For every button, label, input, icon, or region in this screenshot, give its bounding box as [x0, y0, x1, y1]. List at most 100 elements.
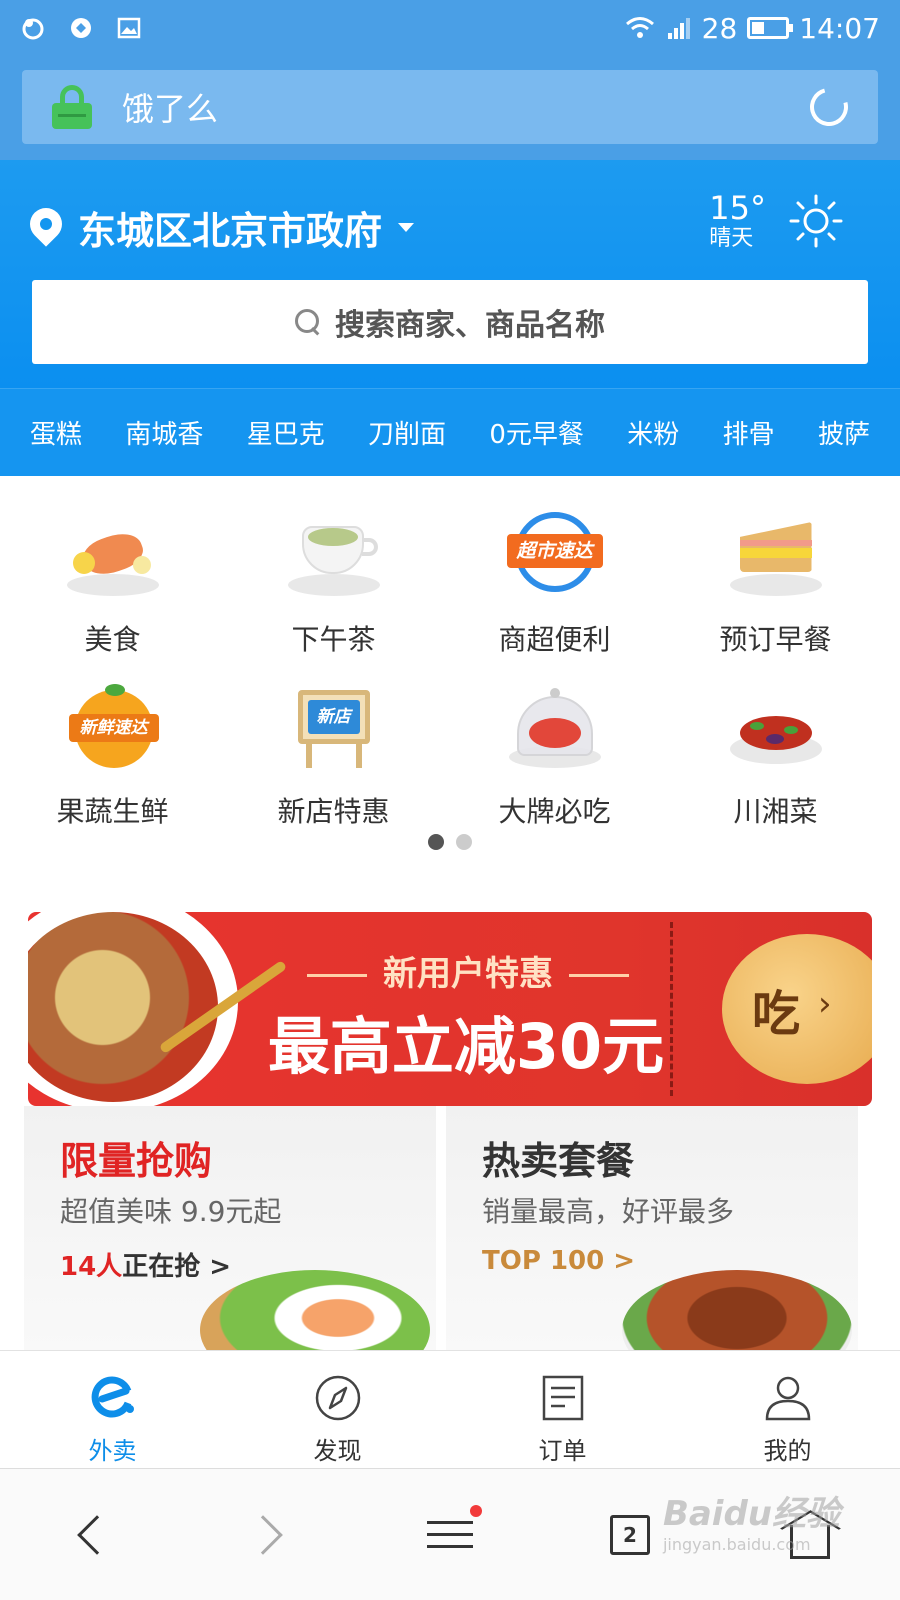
browser-address-area: 饿了么	[0, 56, 900, 160]
card-description: 销量最高，好评最多	[482, 1195, 735, 1228]
category-new-stores[interactable]: 新店 新店特惠	[221, 684, 446, 830]
search-input[interactable]: 搜索商家、商品名称	[32, 280, 868, 364]
status-bar: 28 14:07	[0, 0, 900, 56]
category-label: 商超便利	[498, 623, 611, 656]
category-afternoon-tea[interactable]: 下午茶	[221, 512, 446, 658]
category-fresh-produce[interactable]: 新鲜速达 果蔬生鲜	[0, 684, 225, 830]
tab-profile[interactable]: 我的	[675, 1351, 900, 1468]
latte-cup-icon	[284, 512, 384, 602]
sync-app-icon	[71, 18, 91, 38]
category-label: 下午茶	[291, 623, 376, 656]
card-description: 超值美味 9.9元起	[60, 1195, 282, 1228]
signal-icon	[667, 18, 690, 39]
watermark: Baidu经验 jingyan.baidu.com	[662, 1494, 840, 1554]
spicy-dish-icon	[726, 684, 826, 774]
card-meta-highlight: 14人	[60, 1252, 123, 1282]
hot-keywords: 蛋糕 南城香 星巴克 刀削面 0元早餐 米粉 排骨 披萨	[0, 388, 900, 476]
signal-value: 28	[701, 11, 738, 45]
new-user-promo-banner[interactable]: 新用户特惠 最高立减30元 吃 ›	[28, 912, 872, 1106]
battery-icon	[747, 17, 794, 39]
notification-dot	[470, 1504, 482, 1517]
location-pin-icon	[23, 200, 69, 248]
hot-keyword[interactable]: 蛋糕	[30, 414, 82, 451]
tab-label: 我的	[763, 1437, 812, 1465]
refresh-icon[interactable]	[803, 81, 855, 133]
tab-label: 外卖	[88, 1437, 137, 1465]
coupon-perforation	[670, 922, 673, 1096]
squirrel-app-icon	[22, 18, 44, 40]
menu-icon	[427, 1512, 473, 1557]
weather-widget: 15° 晴天	[709, 190, 844, 252]
supermarket-express-icon: 超市速达	[505, 512, 605, 602]
eleme-logo-icon	[91, 1376, 134, 1418]
location-selector[interactable]: 东城区北京市政府	[23, 200, 415, 255]
tab-orders[interactable]: 订单	[450, 1351, 675, 1468]
flash-sale-card[interactable]: 限量抢购 超值美味 9.9元起 14人正在抢 >	[24, 1106, 436, 1350]
menu-button[interactable]	[410, 1495, 490, 1575]
tab-count: 2	[610, 1514, 650, 1555]
tab-label: 订单	[538, 1437, 587, 1465]
promo-subtitle: 新用户特惠	[258, 946, 678, 995]
hot-keyword[interactable]: 星巴克	[247, 414, 325, 451]
search-placeholder: 搜索商家、商品名称	[335, 308, 605, 343]
sandwich-icon	[726, 512, 826, 602]
kebab-dish-image	[622, 1270, 852, 1350]
app-tab-bar: 外卖 发现 订单 我的	[0, 1350, 900, 1468]
category-food[interactable]: 美食	[0, 512, 225, 658]
app-header: 东城区北京市政府 15° 晴天 搜索商家、商品名称	[0, 160, 900, 388]
chevron-right-icon	[243, 1514, 283, 1555]
chevron-right-icon: ›	[818, 984, 832, 1024]
card-title: 热卖套餐	[482, 1139, 635, 1183]
promo-headline: 最高立减30元	[267, 1010, 665, 1083]
hot-keyword[interactable]: 披萨	[818, 414, 870, 451]
spring-rolls-image	[200, 1270, 430, 1350]
grilled-salmon-icon	[63, 512, 163, 602]
hot-keyword[interactable]: 米粉	[627, 414, 679, 451]
card-meta-text: TOP 100 >	[482, 1246, 636, 1276]
category-label: 果蔬生鲜	[56, 795, 169, 828]
lock-icon	[52, 85, 92, 129]
tab-discover[interactable]: 发现	[225, 1351, 450, 1468]
card-meta-text: 正在抢 >	[122, 1252, 232, 1282]
order-list-icon	[542, 1375, 583, 1421]
sun-icon	[789, 194, 843, 248]
wifi-icon	[625, 17, 654, 38]
hot-keyword[interactable]: 刀削面	[368, 414, 446, 451]
hot-keyword[interactable]: 南城香	[125, 414, 203, 451]
tabs-button[interactable]: 2	[590, 1495, 670, 1575]
card-title: 限量抢购	[60, 1139, 213, 1183]
page-title: 饿了么	[122, 90, 219, 128]
weather-temperature: 15°	[709, 189, 766, 227]
category-sichuan-hunan[interactable]: 川湘菜	[663, 684, 888, 830]
feature-cards: 限量抢购 超值美味 9.9元起 14人正在抢 > 热卖套餐 销量最高，好评最多 …	[0, 1106, 900, 1350]
battery-level	[752, 22, 765, 34]
category-supermarket[interactable]: 超市速达 商超便利	[442, 512, 667, 658]
hot-combo-card[interactable]: 热卖套餐 销量最高，好评最多 TOP 100 >	[446, 1106, 858, 1350]
page-dot-active[interactable]	[428, 834, 444, 850]
tab-label: 发现	[313, 1437, 362, 1465]
hot-keyword[interactable]: 排骨	[723, 414, 775, 451]
category-label: 预订早餐	[719, 623, 832, 656]
page-indicator	[0, 834, 900, 850]
page-dot[interactable]	[456, 834, 472, 850]
category-label: 大牌必吃	[498, 795, 611, 828]
forward-button[interactable]	[230, 1495, 310, 1575]
card-meta: 14人正在抢 >	[60, 1246, 231, 1283]
hot-keyword[interactable]: 0元早餐	[489, 414, 584, 451]
category-big-brands[interactable]: 大牌必吃	[442, 684, 667, 830]
new-store-sign-icon: 新店	[284, 684, 384, 774]
address-bar[interactable]: 饿了么	[22, 70, 878, 144]
promo-section: 新用户特惠 最高立减30元 吃 ›	[0, 886, 900, 1106]
promo-cta: 吃	[752, 986, 801, 1042]
back-button[interactable]	[50, 1495, 130, 1575]
category-breakfast[interactable]: 预订早餐	[663, 512, 888, 658]
tab-takeout[interactable]: 外卖	[0, 1351, 225, 1468]
category-label: 新店特惠	[277, 795, 390, 828]
location-address: 东城区北京市政府	[78, 209, 383, 253]
user-profile-icon	[765, 1376, 810, 1421]
orange-fresh-icon: 新鲜速达	[63, 684, 163, 774]
clock: 14:07	[799, 11, 880, 45]
category-label: 川湘菜	[733, 795, 818, 828]
search-icon	[295, 309, 321, 335]
cloche-dish-icon	[505, 684, 605, 774]
